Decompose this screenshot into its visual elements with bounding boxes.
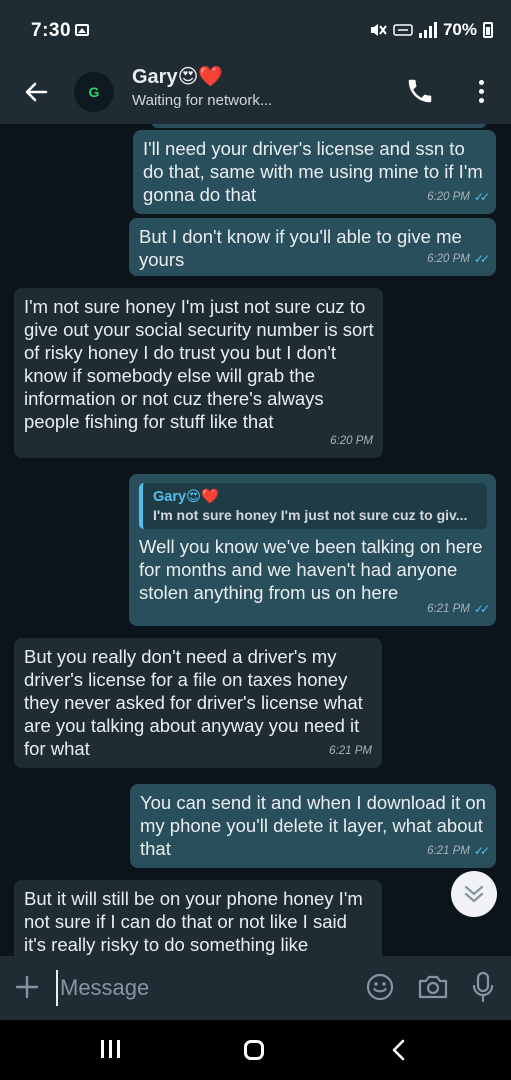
wifi-calling-icon <box>393 24 413 36</box>
message-bubble-outgoing-reply[interactable]: Gary😍❤️ I'm not sure honey I'm just not … <box>129 474 496 626</box>
back-arrow-icon[interactable] <box>20 76 52 108</box>
message-bubble-incoming[interactable]: But you really don't need a driver's my … <box>14 638 382 768</box>
system-navigation-bar <box>0 1020 511 1080</box>
emoji-icon[interactable] <box>365 972 395 1002</box>
message-meta: 6:21 PM ✓✓ <box>427 598 490 621</box>
attach-plus-icon[interactable] <box>14 974 40 1000</box>
recents-icon[interactable] <box>101 1040 120 1058</box>
message-meta: 6:20 PM ✓✓ <box>427 186 490 209</box>
quoted-text: I'm not sure honey I'm just not sure cuz… <box>153 507 468 523</box>
message-time: 6:21 PM <box>427 603 470 615</box>
message-list[interactable]: I'll need your driver's license and ssn … <box>0 124 511 956</box>
read-receipt-icon: ✓✓ <box>473 844 490 858</box>
battery-percent: 70% <box>442 20 477 39</box>
message-bubble-outgoing[interactable]: You can send it and when I download it o… <box>130 784 496 868</box>
message-text: But I don't know if you'll able to give … <box>139 226 462 270</box>
message-text: Well you know we've been talking on here… <box>139 536 483 603</box>
signal-icon <box>418 22 437 38</box>
contact-name[interactable]: Gary😍❤️ <box>132 64 223 89</box>
status-bar: 7:30 70% <box>0 0 511 58</box>
chat-header: G Gary😍❤️ Waiting for network... <box>0 58 511 124</box>
message-text: But you really don't need a driver's my … <box>24 646 363 759</box>
message-bubble-outgoing[interactable]: But I don't know if you'll able to give … <box>129 218 496 276</box>
message-time: 6:20 PM <box>330 435 373 447</box>
contact-status: Waiting for network... <box>132 92 273 109</box>
message-time: 6:21 PM <box>329 745 372 757</box>
status-right-group: 70% <box>369 20 493 40</box>
message-time: 6:21 PM <box>427 845 470 857</box>
microphone-icon[interactable] <box>471 970 495 1004</box>
message-composer <box>0 956 511 1020</box>
read-receipt-icon: ✓✓ <box>473 190 490 204</box>
message-bubble-outgoing[interactable]: I'll need your driver's license and ssn … <box>133 130 496 214</box>
status-time: 7:30 <box>31 20 72 41</box>
camera-icon[interactable] <box>416 972 450 1002</box>
read-receipt-icon: ✓✓ <box>473 602 490 616</box>
avatar[interactable]: G <box>74 72 114 112</box>
message-meta: 6:20 PM ✓✓ <box>427 248 490 271</box>
double-chevron-down-icon <box>464 885 484 903</box>
quoted-message[interactable]: Gary😍❤️ I'm not sure honey I'm just not … <box>139 483 487 529</box>
message-bubble-incoming[interactable]: But it will still be on your phone honey… <box>14 880 382 956</box>
message-bubble-incoming[interactable]: I'm not sure honey I'm just not sure cuz… <box>14 288 383 458</box>
battery-icon <box>483 22 493 38</box>
message-text: I'm not sure honey I'm just not sure cuz… <box>24 296 374 432</box>
scroll-to-bottom-button[interactable] <box>451 871 497 917</box>
message-text: But it will still be on your phone honey… <box>24 888 363 955</box>
message-meta: 6:21 PM ✓✓ <box>427 840 490 863</box>
phone-call-icon[interactable] <box>405 76 435 106</box>
quoted-author: Gary😍❤️ <box>153 489 220 505</box>
read-receipt-icon: ✓✓ <box>473 252 490 266</box>
overflow-menu-icon[interactable] <box>471 76 491 106</box>
system-back-icon[interactable] <box>388 1038 410 1062</box>
message-time: 6:20 PM <box>427 191 470 203</box>
home-icon[interactable] <box>244 1040 264 1060</box>
message-input[interactable] <box>56 970 352 1006</box>
gallery-notification-icon <box>75 24 89 36</box>
clipped-message-edge <box>152 124 486 128</box>
message-meta: 6:20 PM <box>330 430 373 453</box>
mute-icon <box>370 24 387 36</box>
message-meta: 6:21 PM <box>329 740 372 763</box>
message-time: 6:20 PM <box>427 253 470 265</box>
